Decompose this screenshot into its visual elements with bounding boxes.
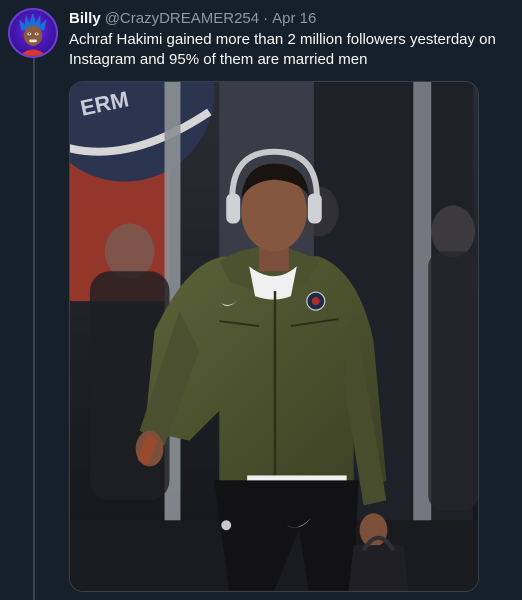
thread-line [33, 56, 35, 600]
avatar[interactable] [8, 8, 58, 58]
avatar-illustration [19, 12, 47, 56]
display-name[interactable]: Billy [69, 10, 101, 27]
tweet-header: Billy @CrazyDREAMER254 · Apr 16 [69, 9, 316, 27]
user-handle[interactable]: @CrazyDREAMER254 [105, 10, 259, 27]
psg-crest-icon [306, 291, 326, 311]
separator-dot: · [263, 9, 269, 27]
tweet-media[interactable]: ERM [69, 81, 479, 592]
tweet-text: Achraf Hakimi gained more than 2 million… [69, 31, 496, 68]
media-photo: ERM [70, 82, 478, 591]
tweet-date[interactable]: Apr 16 [272, 10, 316, 27]
tweet-card[interactable]: Billy @CrazyDREAMER254 · Apr 16 Achraf H… [0, 0, 522, 600]
